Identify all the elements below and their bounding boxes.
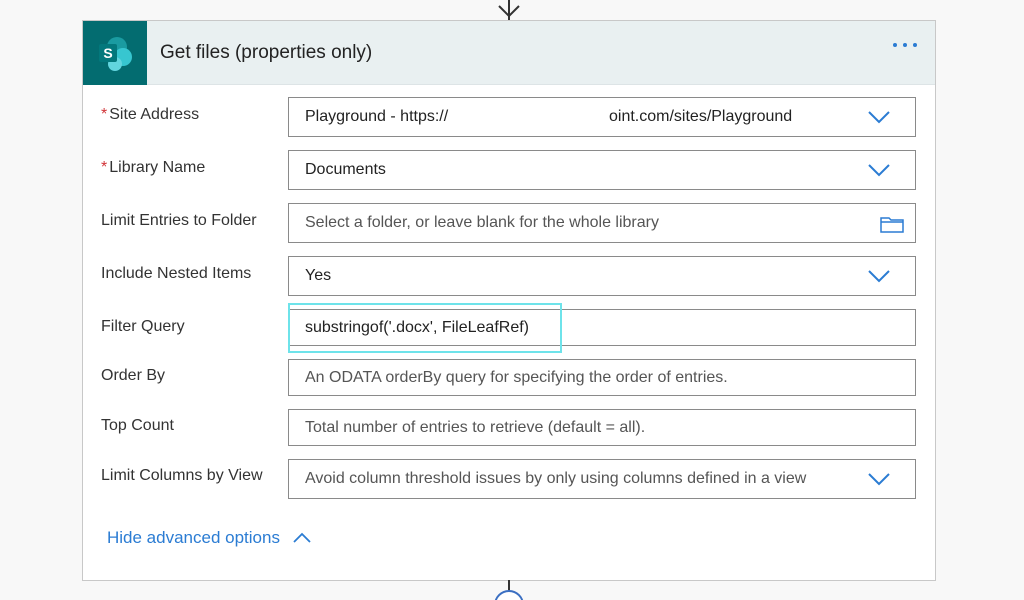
required-marker: * <box>101 159 108 176</box>
order-by-placeholder: An ODATA orderBy query for specifying th… <box>305 368 728 386</box>
site-address-value-right: oint.com/sites/Playground <box>609 108 793 125</box>
limit-folder-placeholder: Select a folder, or leave blank for the … <box>305 214 659 231</box>
order-by-label: Order By <box>101 367 166 384</box>
top-count-label: Top Count <box>101 417 174 434</box>
chevron-down-icon[interactable] <box>867 268 891 284</box>
sharepoint-icon: S <box>83 20 147 85</box>
limit-folder-input[interactable]: Select a folder, or leave blank for the … <box>288 203 916 243</box>
order-by-input[interactable]: An ODATA orderBy query for specifying th… <box>288 359 916 396</box>
add-step-icon[interactable] <box>494 590 524 600</box>
svg-text:S: S <box>103 45 112 61</box>
filter-query-input[interactable]: substringof('.docx', FileLeafRef) <box>288 309 916 346</box>
required-marker: * <box>101 106 108 123</box>
chevron-down-icon[interactable] <box>867 471 891 487</box>
site-address-dropdown[interactable]: Playground - https:// oint.com/sites/Pla… <box>288 97 916 137</box>
library-name-dropdown[interactable]: Documents <box>288 150 916 190</box>
card-title: Get files (properties only) <box>160 41 373 63</box>
site-address-value-left: Playground - https:// <box>305 108 449 125</box>
top-count-placeholder: Total number of entries to retrieve (def… <box>305 418 646 436</box>
arrow-down-icon <box>498 0 520 18</box>
label-text: Site Address <box>109 106 200 123</box>
action-card: S Get files (properties only) * Site Addr… <box>82 20 936 581</box>
nested-items-label: Include Nested Items <box>101 265 252 282</box>
filter-query-value: substringof('.docx', FileLeafRef) <box>305 318 529 336</box>
nested-items-value: Yes <box>305 267 332 284</box>
hide-advanced-options-label[interactable]: Hide advanced options <box>107 528 280 548</box>
filter-query-label: Filter Query <box>101 318 185 335</box>
site-address-label: * Site Address <box>101 106 199 124</box>
card-header[interactable]: S Get files (properties only) <box>83 20 935 85</box>
top-count-input[interactable]: Total number of entries to retrieve (def… <box>288 409 916 446</box>
folder-icon[interactable] <box>879 214 905 234</box>
nested-items-dropdown[interactable]: Yes <box>288 256 916 296</box>
limit-columns-dropdown[interactable]: Avoid column threshold issues by only us… <box>288 459 916 499</box>
chevron-down-icon[interactable] <box>867 109 891 125</box>
chevron-down-icon[interactable] <box>867 162 891 178</box>
more-options-icon[interactable] <box>893 43 917 47</box>
library-name-label: * Library Name <box>101 159 205 177</box>
chevron-up-icon[interactable] <box>292 532 312 544</box>
library-name-value: Documents <box>305 161 386 178</box>
label-text: Library Name <box>109 159 206 176</box>
hide-advanced-options-link[interactable]: Hide advanced options <box>107 528 312 548</box>
limit-folder-label: Limit Entries to Folder <box>101 212 257 229</box>
limit-columns-label: Limit Columns by View <box>101 467 263 484</box>
limit-columns-placeholder: Avoid column threshold issues by only us… <box>305 470 807 487</box>
